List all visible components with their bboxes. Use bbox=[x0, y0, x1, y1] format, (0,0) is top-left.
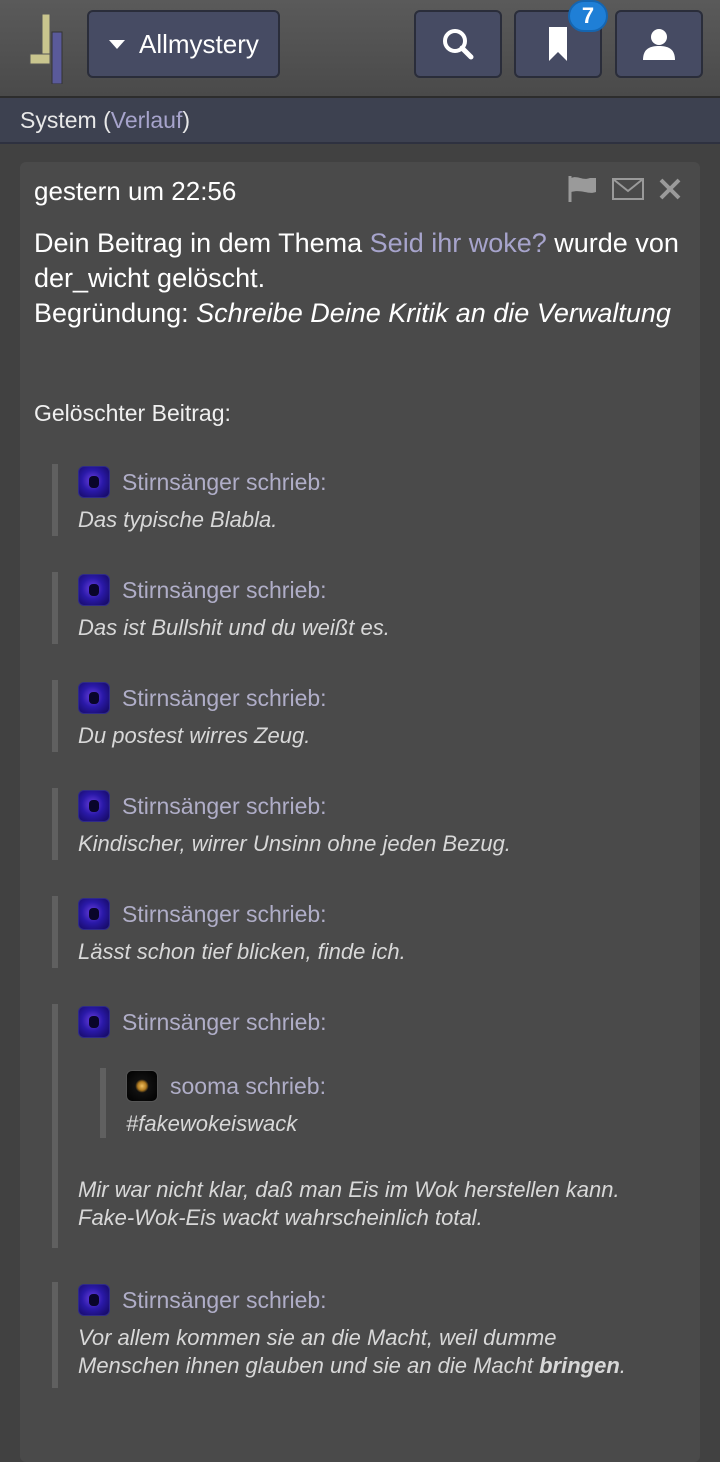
quote-text: Lässt schon tief blicken, finde ich. bbox=[78, 939, 406, 964]
close-icon[interactable] bbox=[658, 177, 682, 201]
quote-block: Stirnsänger schrieb: Du postest wirres Z… bbox=[52, 680, 672, 752]
quote-block: Stirnsänger schrieb: sooma schrieb: #fak… bbox=[52, 1004, 672, 1248]
quote-block: Stirnsänger schrieb: Vor allem kommen si… bbox=[52, 1282, 672, 1388]
quote-text: Vor allem kommen sie an die Macht, weil … bbox=[78, 1324, 672, 1380]
search-icon bbox=[443, 29, 474, 60]
avatar[interactable] bbox=[126, 1070, 158, 1102]
quote-text: Das ist Bullshit und du weißt es. bbox=[78, 615, 390, 640]
quote-text-line: Vor allem kommen sie an die Macht, weil … bbox=[78, 1325, 557, 1350]
section-label: System bbox=[20, 107, 97, 133]
quote-author[interactable]: Stirnsänger schrieb: bbox=[122, 469, 327, 496]
quote-author[interactable]: Stirnsänger schrieb: bbox=[122, 1287, 327, 1314]
quote-text: Kindischer, wirrer Unsinn ohne jeden Bez… bbox=[78, 831, 511, 856]
quote-author[interactable]: Stirnsänger schrieb: bbox=[122, 1009, 327, 1036]
avatar[interactable] bbox=[78, 790, 110, 822]
flag-icon[interactable] bbox=[568, 176, 598, 202]
reason-text: Schreibe Deine Kritik an die Verwaltung bbox=[196, 298, 671, 328]
quote-text-bold: bringen bbox=[539, 1353, 620, 1378]
caret-down-icon bbox=[109, 39, 125, 49]
history-link[interactable]: Verlauf bbox=[111, 107, 183, 133]
notification-badge[interactable]: 7 bbox=[568, 0, 608, 32]
quote-text-end: . bbox=[619, 1353, 626, 1378]
timestamp: gestern um 22:56 bbox=[34, 176, 237, 206]
quote-text-line: Mir war nicht klar, daß man Eis im Wok h… bbox=[78, 1177, 620, 1202]
top-bar: Allmystery 7 bbox=[0, 0, 720, 98]
notification-message: Dein Beitrag in dem Thema Seid ihr woke?… bbox=[34, 226, 689, 331]
paren-open: ( bbox=[103, 107, 111, 133]
quote-text: Das typische Blabla. bbox=[78, 507, 278, 532]
deleted-post-label: Gelöschter Beitrag: bbox=[34, 400, 231, 426]
quote-text: Mir war nicht klar, daß man Eis im Wok h… bbox=[78, 1176, 672, 1232]
quote-text: Du postest wirres Zeug. bbox=[78, 723, 311, 748]
quote-block: Stirnsänger schrieb: Das ist Bullshit un… bbox=[52, 572, 672, 644]
mail-icon[interactable] bbox=[612, 178, 644, 200]
avatar[interactable] bbox=[78, 466, 110, 498]
avatar[interactable] bbox=[78, 682, 110, 714]
quote-text-line: Fake-Wok-Eis wackt wahrscheinlich total. bbox=[78, 1205, 483, 1230]
search-button[interactable] bbox=[414, 10, 502, 78]
quote-author[interactable]: Stirnsänger schrieb: bbox=[122, 577, 327, 604]
quote-author[interactable]: Stirnsänger schrieb: bbox=[122, 901, 327, 928]
message-text-1: Dein Beitrag in dem Thema bbox=[34, 228, 370, 258]
quote-block: Stirnsänger schrieb: Lässt schon tief bl… bbox=[52, 896, 672, 968]
bookmark-icon bbox=[549, 27, 567, 61]
quote-text-line: Menschen ihnen glauben und sie an die Ma… bbox=[78, 1353, 540, 1378]
avatar[interactable] bbox=[78, 1006, 110, 1038]
quote-text: #fakewokeiswack bbox=[126, 1111, 298, 1136]
user-icon bbox=[643, 29, 675, 60]
quote-block: Stirnsänger schrieb: Das typische Blabla… bbox=[52, 464, 672, 536]
quote-block: Stirnsänger schrieb: Kindischer, wirrer … bbox=[52, 788, 672, 860]
quote-author[interactable]: Stirnsänger schrieb: bbox=[122, 793, 327, 820]
nested-quote-block: sooma schrieb: #fakewokeiswack bbox=[100, 1068, 672, 1138]
user-menu-button[interactable] bbox=[615, 10, 703, 78]
avatar[interactable] bbox=[78, 574, 110, 606]
avatar[interactable] bbox=[78, 898, 110, 930]
forum-label: Allmystery bbox=[139, 28, 259, 59]
quote-author[interactable]: sooma schrieb: bbox=[170, 1073, 326, 1100]
reason-label: Begründung: bbox=[34, 298, 197, 328]
avatar[interactable] bbox=[78, 1284, 110, 1316]
notification-card: gestern um 22:56 Dein Beitrag in dem The… bbox=[20, 162, 700, 1462]
quote-author[interactable]: Stirnsänger schrieb: bbox=[122, 685, 327, 712]
logo-icon[interactable] bbox=[28, 14, 68, 84]
breadcrumb: System (Verlauf) bbox=[0, 98, 720, 144]
topic-link[interactable]: Seid ihr woke? bbox=[370, 228, 547, 258]
card-actions bbox=[568, 176, 682, 202]
forum-dropdown-button[interactable]: Allmystery bbox=[87, 10, 280, 78]
paren-close: ) bbox=[182, 107, 191, 133]
